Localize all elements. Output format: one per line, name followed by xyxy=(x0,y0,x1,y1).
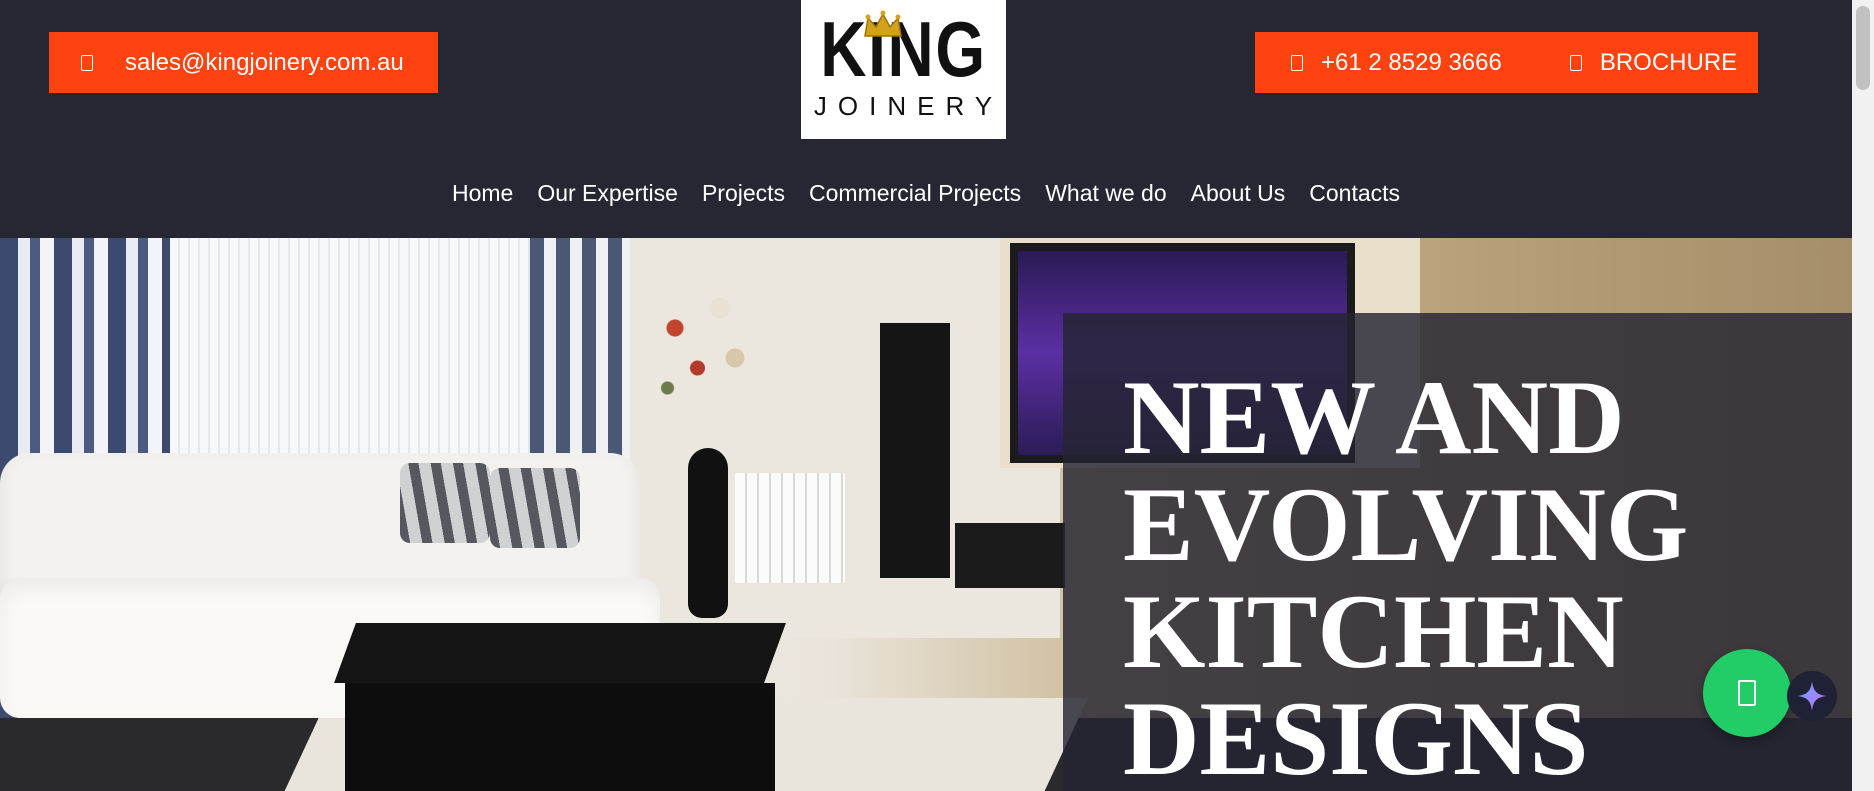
hero-image-flowers xyxy=(630,248,780,448)
nav-about-us[interactable]: About Us xyxy=(1179,180,1298,207)
envelope-icon xyxy=(81,54,93,71)
phone-button[interactable]: +61 2 8529 3666 xyxy=(1255,32,1502,93)
phone-icon xyxy=(1291,54,1303,71)
nav-projects[interactable]: Projects xyxy=(690,180,797,207)
hero-title-line: EVOLVING xyxy=(1123,466,1689,583)
main-nav: Home Our Expertise Projects Commercial P… xyxy=(0,180,1852,207)
hero-title-line: NEW AND xyxy=(1123,359,1625,476)
hero-image-speaker xyxy=(880,323,950,578)
email-button[interactable]: sales@kingjoinery.com.au xyxy=(49,32,438,93)
whatsapp-chat-button[interactable] xyxy=(1703,649,1791,737)
crown-icon xyxy=(864,10,902,37)
nav-contacts[interactable]: Contacts xyxy=(1297,180,1412,207)
nav-commercial-projects[interactable]: Commercial Projects xyxy=(797,180,1033,207)
phone-label: +61 2 8529 3666 xyxy=(1321,48,1502,76)
page-scrollbar[interactable] xyxy=(1852,0,1874,791)
site-header: sales@kingjoinery.com.au KING JOINERY +6… xyxy=(0,0,1852,238)
ai-assistant-button[interactable] xyxy=(1787,671,1837,721)
email-label: sales@kingjoinery.com.au xyxy=(125,48,404,76)
hero-image-radiator xyxy=(735,473,845,583)
brochure-label: BROCHURE xyxy=(1599,48,1738,76)
whatsapp-icon xyxy=(1738,680,1756,706)
hero-image-coffee-table-front xyxy=(345,683,775,791)
document-icon xyxy=(1569,54,1582,71)
contact-actions: +61 2 8529 3666 BROCHURE xyxy=(1255,32,1758,93)
nav-home[interactable]: Home xyxy=(440,180,525,207)
hero-image-av-unit xyxy=(955,523,1065,588)
logo-subtext: JOINERY xyxy=(813,91,1004,121)
hero-image-coffee-table xyxy=(334,623,786,683)
hero-image-cushion xyxy=(400,463,490,543)
nav-our-expertise[interactable]: Our Expertise xyxy=(525,180,690,207)
hero-image-cushion xyxy=(490,468,580,548)
hero-image-vase xyxy=(688,448,728,618)
sparkle-icon xyxy=(1797,681,1827,711)
hero-image-window xyxy=(170,238,530,478)
nav-what-we-do[interactable]: What we do xyxy=(1033,180,1178,207)
brochure-button[interactable]: BROCHURE xyxy=(1502,32,1737,93)
scrollbar-thumb[interactable] xyxy=(1856,6,1870,90)
